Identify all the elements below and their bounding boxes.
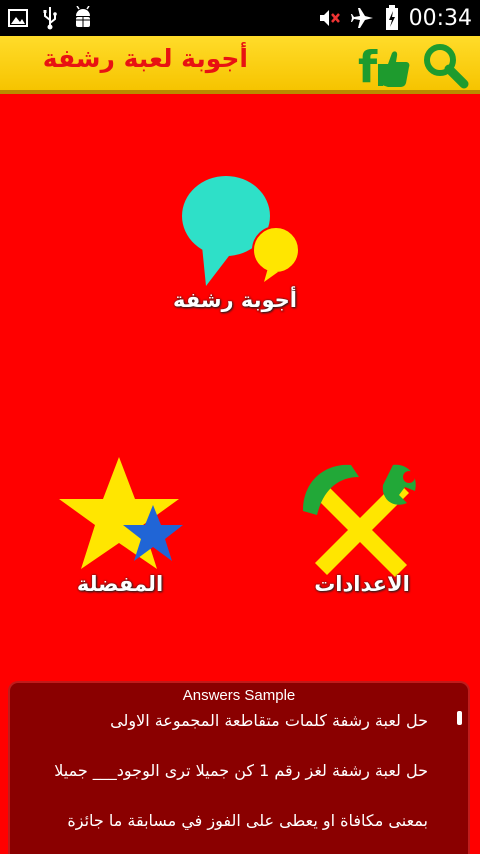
facebook-like-button[interactable]: f bbox=[356, 40, 410, 93]
answer-line[interactable]: حل لعبة رشفة كلمات متقاطعة المجموعة الاو… bbox=[8, 711, 428, 730]
search-icon bbox=[424, 44, 469, 89]
star-icon bbox=[59, 457, 183, 569]
android-debug-icon bbox=[74, 6, 92, 27]
menu-answers-label: أجوبة رشفة bbox=[172, 288, 298, 312]
app-title: أجوبة لعبة رشفة bbox=[42, 44, 248, 73]
menu-answers[interactable]: أجوبة رشفة bbox=[160, 168, 310, 318]
battery-charging-icon bbox=[385, 5, 398, 30]
search-button[interactable] bbox=[420, 40, 470, 90]
menu-settings[interactable]: الاعدادات bbox=[297, 455, 427, 605]
answers-sample-panel[interactable]: Answers Sample حل لعبة رشفة كلمات متقاطع… bbox=[8, 681, 470, 854]
status-time: 00:34 bbox=[408, 5, 472, 31]
mute-icon bbox=[319, 10, 340, 26]
tools-icon bbox=[303, 464, 416, 577]
panel-title: Answers Sample bbox=[182, 687, 296, 704]
usb-icon bbox=[43, 7, 57, 30]
panel-scrollbar[interactable] bbox=[457, 711, 462, 725]
status-left-icons bbox=[8, 6, 94, 30]
menu-settings-label: الاعدادات bbox=[314, 572, 410, 596]
image-icon bbox=[8, 9, 28, 27]
chat-bubbles-icon bbox=[182, 176, 300, 286]
answer-line[interactable]: بمعنى مكافاة او يعطى على الفوز في مسابقة… bbox=[8, 811, 428, 830]
facebook-like-icon: f bbox=[358, 42, 410, 93]
svg-text:f: f bbox=[358, 42, 378, 90]
app-bar: f أجوبة لعبة رشفة bbox=[0, 36, 480, 94]
status-bar: 00:34 bbox=[0, 0, 480, 36]
answer-line[interactable]: حل لعبة رشفة لغز رقم 1 كن جميلا ترى الوج… bbox=[8, 761, 428, 780]
airplane-icon bbox=[350, 8, 373, 28]
menu-favorites[interactable]: المفضلة bbox=[55, 455, 185, 605]
status-right-icons: 00:34 bbox=[317, 5, 472, 31]
menu-favorites-label: المفضلة bbox=[76, 572, 164, 596]
